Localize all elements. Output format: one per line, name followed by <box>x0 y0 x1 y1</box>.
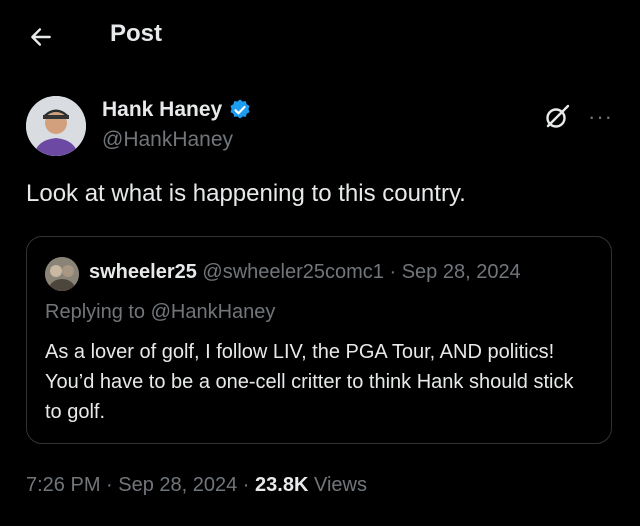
quoted-author-name[interactable]: swheeler25 <box>89 261 197 283</box>
post-author: Hank Haney @HankHaney ··· <box>26 96 616 166</box>
author-handle[interactable]: @HankHaney <box>102 128 233 152</box>
grok-icon[interactable] <box>542 102 572 132</box>
author-name[interactable]: Hank Haney <box>102 98 222 122</box>
quoted-avatar[interactable] <box>45 257 79 291</box>
avatar[interactable] <box>26 96 86 156</box>
page-title: Post <box>110 20 163 47</box>
views-label: Views <box>308 474 367 496</box>
quoted-avatar-image <box>45 257 79 291</box>
more-dots-icon[interactable]: ··· <box>588 104 613 130</box>
quoted-header: swheeler25 @swheeler25comc1 · Sep 28, 20… <box>89 261 521 284</box>
author-name-row: Hank Haney <box>102 98 252 122</box>
arrow-left-icon <box>31 28 51 46</box>
back-button[interactable] <box>26 22 56 52</box>
quoted-text: As a lover of golf, I follow LIV, the PG… <box>45 341 574 423</box>
post-footer: 7:26 PM · Sep 28, 2024 · 23.8K Views <box>26 474 367 497</box>
quoted-replying-to: Replying to @HankHaney <box>45 301 276 323</box>
quoted-post[interactable]: swheeler25 @swheeler25comc1 · Sep 28, 20… <box>26 236 612 444</box>
avatar-image <box>26 96 86 156</box>
views-count: 23.8K <box>255 474 309 496</box>
top-bar: Post <box>0 0 640 76</box>
quoted-meta: @swheeler25comc1 · Sep 28, 2024 <box>202 261 521 283</box>
post-timestamp[interactable]: 7:26 PM · Sep 28, 2024 · <box>26 474 255 496</box>
post-text: Look at what is happening to this countr… <box>26 180 466 207</box>
verified-badge-icon <box>230 99 250 119</box>
